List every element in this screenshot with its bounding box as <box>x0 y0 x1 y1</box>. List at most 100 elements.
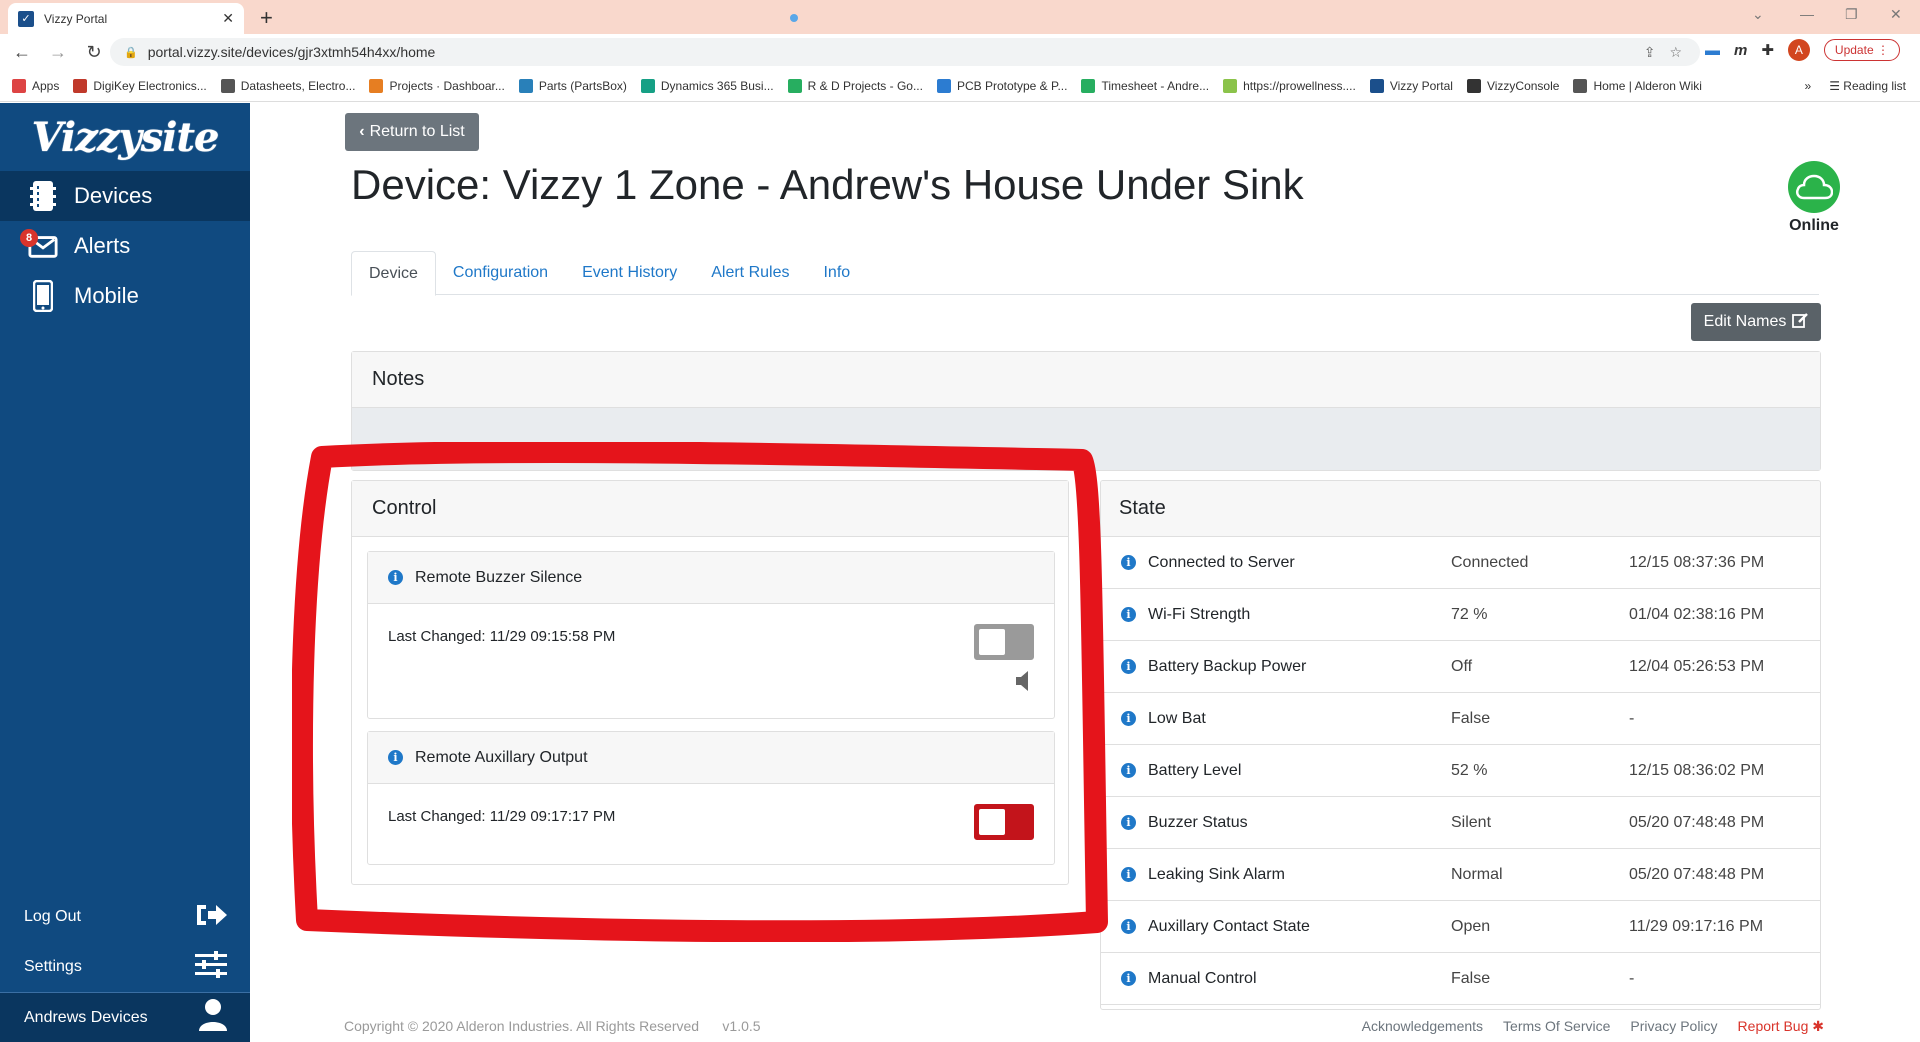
sidebar: Vizzysite Devices 8 Alerts Mobile Log Ou… <box>0 103 250 1042</box>
reading-list-label: Reading list <box>1843 79 1906 93</box>
info-icon[interactable]: i <box>1121 607 1136 622</box>
settings-button[interactable]: Settings <box>0 942 250 992</box>
bookmark-label: PCB Prototype & P... <box>956 78 1068 93</box>
info-icon[interactable]: i <box>1121 867 1136 882</box>
state-name: Connected to Server <box>1148 553 1295 571</box>
profile-avatar[interactable]: A <box>1787 39 1810 61</box>
info-icon[interactable]: i <box>1121 971 1136 986</box>
sidebar-item-devices[interactable]: Devices <box>0 171 250 221</box>
bookmark-item[interactable]: DigiKey Electronics... <box>73 78 207 93</box>
state-row: i Auxillary Contact State Open 11/29 09:17:… <box>1101 901 1820 953</box>
browser-tab[interactable]: ✓ Vizzy Portal ✕ <box>8 3 244 34</box>
extension-m-icon[interactable]: m <box>1734 42 1747 59</box>
bookmark-item[interactable]: Datasheets, Electro... <box>220 78 356 93</box>
acknowledgements-link[interactable]: Acknowledgements <box>1362 1018 1483 1035</box>
new-tab-icon[interactable]: + <box>260 5 273 31</box>
state-name-cell: i Leaking Sink Alarm <box>1121 866 1451 884</box>
state-value: Open <box>1451 917 1491 935</box>
tab-search-icon[interactable]: ⌄ <box>1752 6 1764 23</box>
info-icon[interactable]: i <box>388 570 403 585</box>
notes-textarea[interactable] <box>352 408 1820 470</box>
sidebar-item-mobile[interactable]: Mobile <box>0 271 250 321</box>
vizzysite-logo[interactable]: Vizzysite <box>0 103 250 171</box>
control-card: Control i Remote Buzzer Silence Last Cha… <box>351 480 1069 885</box>
terms-link[interactable]: Terms Of Service <box>1503 1018 1610 1035</box>
info-icon[interactable]: i <box>1121 555 1136 570</box>
more-bookmarks-icon[interactable]: » <box>1805 79 1812 93</box>
minimize-icon[interactable]: — <box>1800 6 1814 22</box>
return-to-list-button[interactable]: ‹ Return to List <box>345 113 479 151</box>
window-close-icon[interactable]: ✕ <box>1890 6 1902 23</box>
state-value: Connected <box>1451 553 1529 571</box>
bookmark-item[interactable]: Home | Alderon Wiki <box>1573 78 1702 93</box>
tab-configuration[interactable]: Configuration <box>436 251 565 295</box>
bookmark-star-icon[interactable]: ☆ <box>1669 44 1682 61</box>
bookmark-label: Home | Alderon Wiki <box>1593 78 1702 93</box>
bookmark-item[interactable]: Dynamics 365 Busi... <box>640 78 774 93</box>
state-name-cell: i Buzzer Status <box>1121 814 1451 832</box>
update-button[interactable]: Update ⋮ <box>1823 39 1900 61</box>
address-bar[interactable]: 🔒 portal.vizzy.site/devices/gjr3xtmh54h4… <box>110 38 1700 66</box>
bookmark-item[interactable]: PCB Prototype & P... <box>936 78 1068 93</box>
info-icon[interactable]: i <box>1121 659 1136 674</box>
url-text: portal.vizzy.site/devices/gjr3xtmh54h4xx… <box>147 44 436 60</box>
buzzer-silence-toggle[interactable] <box>974 624 1034 660</box>
bookmark-item[interactable]: https://prowellness.... <box>1223 78 1356 93</box>
tab-device[interactable]: Device <box>351 251 436 296</box>
auxillary-output-toggle[interactable] <box>974 804 1034 840</box>
restore-icon[interactable]: ❐ <box>1845 6 1858 23</box>
sidebar-item-alerts[interactable]: 8 Alerts <box>0 221 250 271</box>
info-icon[interactable]: i <box>388 750 403 765</box>
bookmark-item[interactable]: Vizzy Portal <box>1369 78 1453 93</box>
alerts-count-badge: 8 <box>20 229 38 247</box>
bookmark-item[interactable]: Projects · Dashboar... <box>369 78 505 93</box>
tab-title: Vizzy Portal <box>44 11 108 26</box>
close-tab-icon[interactable]: ✕ <box>222 10 234 27</box>
info-icon[interactable]: i <box>1121 919 1136 934</box>
reload-icon[interactable]: ↻ <box>80 42 108 63</box>
back-icon[interactable]: ← <box>8 42 36 63</box>
privacy-link[interactable]: Privacy Policy <box>1630 1018 1717 1035</box>
bookmark-item[interactable]: R & D Projects - Go... <box>787 78 923 93</box>
control-item-header: i Remote Buzzer Silence <box>368 552 1054 604</box>
bookmark-favicon-icon <box>1223 78 1238 93</box>
info-icon[interactable]: i <box>1121 763 1136 778</box>
edit-names-button[interactable]: Edit Names <box>1691 303 1821 341</box>
bookmark-item[interactable]: Parts (PartsBox) <box>518 78 627 93</box>
edit-names-label: Edit Names <box>1703 313 1787 330</box>
logout-button[interactable]: Log Out <box>0 892 250 942</box>
copyright-text: Copyright © 2020 Alderon Industries. All… <box>344 1018 700 1034</box>
state-name-cell: i Wi-Fi Strength <box>1121 606 1451 624</box>
last-changed-text: Last Changed: 11/29 09:15:58 PM <box>388 628 616 645</box>
info-icon[interactable]: i <box>1121 815 1136 830</box>
bookmark-item[interactable]: VizzyConsole <box>1466 78 1559 93</box>
state-name: Manual Control <box>1148 969 1257 987</box>
reading-list-button[interactable]: ☰ Reading list <box>1829 79 1906 93</box>
report-bug-link[interactable]: Report Bug ✱ <box>1738 1018 1824 1035</box>
bookmark-favicon-icon <box>518 78 533 93</box>
sidebar-item-label: Alerts <box>74 233 131 258</box>
share-icon[interactable]: ⇪ <box>1644 44 1656 61</box>
state-name: Low Bat <box>1148 709 1206 727</box>
extension-blue-icon[interactable]: ▬ <box>1705 42 1720 59</box>
bookmark-label: Projects · Dashboar... <box>389 78 505 93</box>
state-name-cell: i Manual Control <box>1121 970 1451 988</box>
bookmark-favicon-icon <box>787 78 802 93</box>
bookmark-item[interactable]: Timesheet - Andre... <box>1081 78 1209 93</box>
user-account[interactable]: Andrews Devices <box>0 992 250 1042</box>
forward-icon[interactable]: → <box>44 42 72 63</box>
tab-event-history[interactable]: Event History <box>565 251 694 295</box>
bookmark-favicon-icon <box>936 78 951 93</box>
extensions-puzzle-icon[interactable]: ✚ <box>1761 41 1774 59</box>
bookmark-favicon-icon <box>1466 78 1481 93</box>
bookmark-item[interactable]: Apps <box>12 78 59 93</box>
state-name: Wi-Fi Strength <box>1148 605 1251 623</box>
bookmark-favicon-icon <box>73 78 88 93</box>
bookmark-favicon-icon <box>1369 78 1384 93</box>
control-item-body: Last Changed: 11/29 09:15:58 PM <box>368 604 1054 691</box>
info-icon[interactable]: i <box>1121 711 1136 726</box>
tab-info[interactable]: Info <box>806 251 867 295</box>
tab-alert-rules[interactable]: Alert Rules <box>694 251 806 295</box>
control-item-remote-buzzer-silence: i Remote Buzzer Silence Last Changed: 11… <box>367 551 1055 719</box>
bookmark-label: Datasheets, Electro... <box>240 78 356 93</box>
